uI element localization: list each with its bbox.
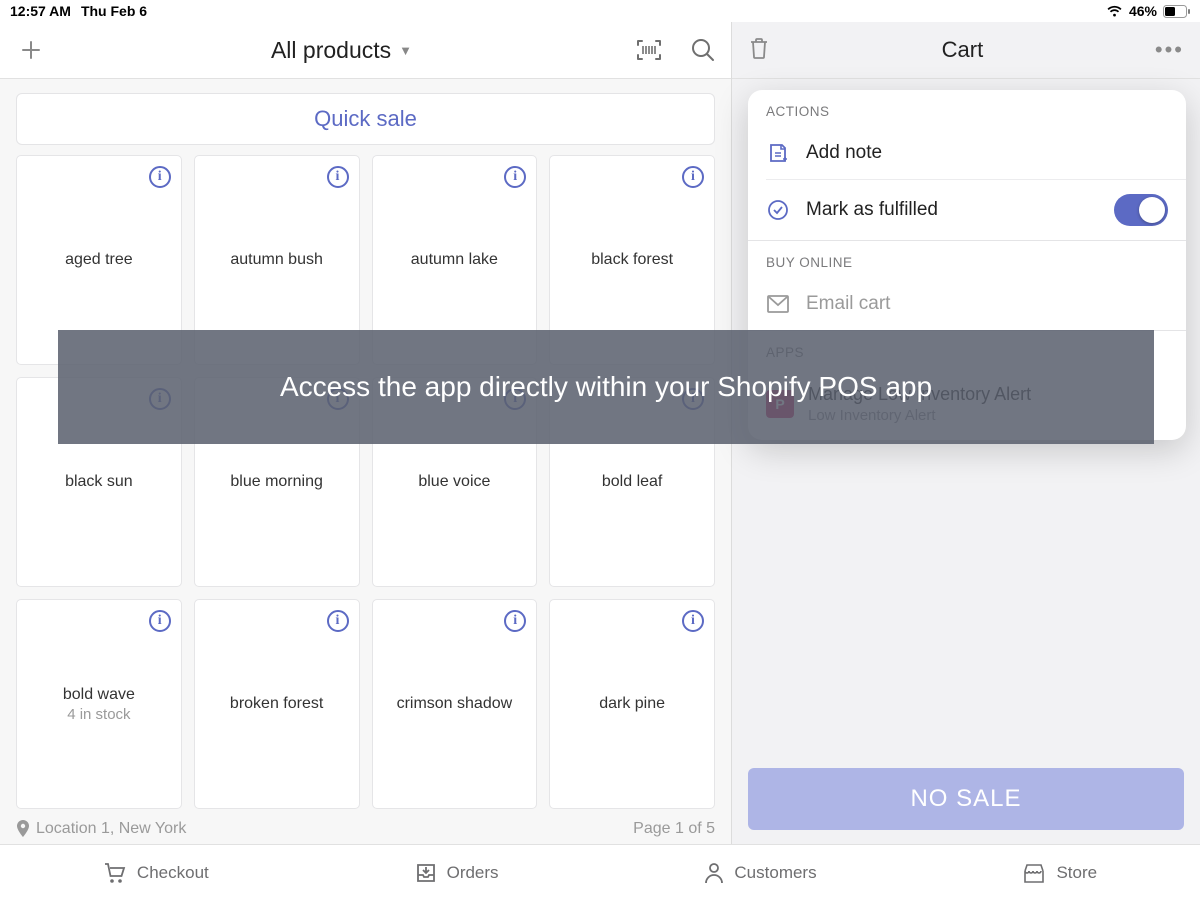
actions-label: ACTIONS [748,90,1186,127]
cart-header: Cart ••• [732,22,1200,79]
nav-customers[interactable]: Customers [704,862,816,884]
product-grid: i aged tree i autumn bush i autumn lake i black… [0,155,731,809]
add-button[interactable] [14,33,48,67]
promo-banner: Access the app directly within your Shop… [58,330,1154,444]
mark-fulfilled-row[interactable]: Mark as fulfilled [748,180,1186,240]
product-name: autumn bush [230,250,323,269]
search-icon[interactable] [689,36,717,64]
status-time: 12:57 AM [10,3,71,19]
barcode-icon[interactable] [635,36,663,64]
pin-icon [16,820,30,838]
bottom-nav: Checkout Orders Customers Store [0,844,1200,900]
product-name: bold wave [63,685,135,704]
more-icon[interactable]: ••• [1155,37,1184,63]
product-name: blue voice [418,472,490,491]
nav-checkout[interactable]: Checkout [103,862,209,884]
nav-orders[interactable]: Orders [415,862,499,884]
category-dropdown[interactable]: All products ▼ [48,37,635,64]
info-icon[interactable]: i [149,610,171,632]
info-icon[interactable]: i [682,166,704,188]
info-icon[interactable]: i [327,610,349,632]
info-icon[interactable]: i [504,166,526,188]
product-name: crimson shadow [397,694,513,713]
trash-icon[interactable] [748,36,770,65]
product-name: blue morning [230,472,323,491]
products-header: All products ▼ [0,22,731,79]
battery-percent: 46% [1129,3,1157,19]
product-card[interactable]: i dark pine [549,599,715,809]
add-note-row[interactable]: Add note [748,127,1186,179]
info-icon[interactable]: i [504,610,526,632]
location-text: Location 1, New York [36,820,186,838]
wifi-icon [1106,5,1123,18]
check-circle-icon [766,198,790,222]
caret-down-icon: ▼ [399,43,412,58]
cart-icon [103,862,127,884]
buy-online-label: BUY ONLINE [748,241,1186,278]
product-name: black sun [65,472,133,491]
product-name: black forest [591,250,673,269]
product-card[interactable]: i bold wave 4 in stock [16,599,182,809]
fulfilled-toggle[interactable] [1114,194,1168,226]
product-card[interactable]: i broken forest [194,599,360,809]
info-icon[interactable]: i [682,610,704,632]
page-indicator: Page 1 of 5 [633,820,715,838]
product-card[interactable]: i crimson shadow [372,599,538,809]
mail-icon [766,292,790,316]
product-name: bold leaf [602,472,663,491]
products-footer: Location 1, New York Page 1 of 5 [0,810,731,844]
location-indicator[interactable]: Location 1, New York [16,820,186,838]
info-icon[interactable]: i [327,166,349,188]
product-name: autumn lake [411,250,498,269]
battery-icon [1163,5,1190,18]
email-cart-row[interactable]: Email cart [748,278,1186,330]
status-bar: 12:57 AM Thu Feb 6 46% [0,0,1200,22]
cart-title: Cart [770,37,1155,63]
product-stock: 4 in stock [67,706,130,723]
nav-store[interactable]: Store [1022,862,1097,884]
product-name: broken forest [230,694,323,713]
inbox-icon [415,862,437,884]
quick-sale-button[interactable]: Quick sale [16,93,715,145]
product-name: dark pine [599,694,665,713]
product-name: aged tree [65,250,133,269]
note-icon [766,141,790,165]
info-icon[interactable]: i [149,166,171,188]
person-icon [704,862,724,884]
category-title: All products [271,37,391,64]
no-sale-button[interactable]: NO SALE [748,768,1184,830]
store-icon [1022,862,1046,884]
status-date: Thu Feb 6 [81,3,147,19]
